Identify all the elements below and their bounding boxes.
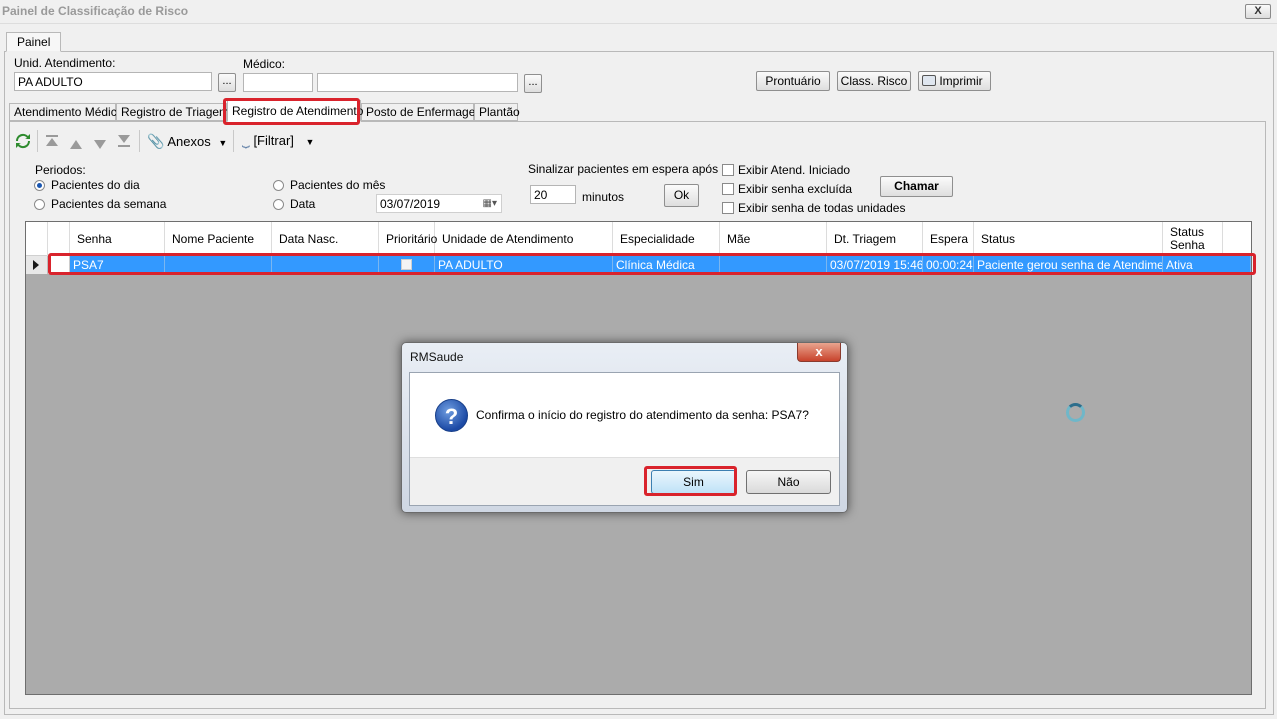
anexos-label: Anexos <box>167 134 211 149</box>
window-close-button[interactable]: X <box>1245 4 1271 19</box>
filter-icon: ⏟ <box>242 133 250 148</box>
column-header-nome-paciente[interactable]: Nome Paciente <box>165 222 272 256</box>
medico-code-field[interactable] <box>243 73 313 92</box>
chevron-down-icon: ▼ <box>305 137 315 147</box>
column-header-status-senha[interactable]: Status Senha <box>1163 222 1223 256</box>
loading-spinner-icon <box>1066 403 1085 422</box>
column-header-status[interactable]: Status <box>974 222 1163 256</box>
checkbox-exibir-todas-unidades[interactable] <box>722 202 734 214</box>
unid-atendimento-field[interactable]: PA ADULTO <box>14 72 212 91</box>
prioritario-checkbox[interactable] <box>401 259 412 270</box>
dialog-message: Confirma o início do registro do atendim… <box>476 408 809 422</box>
pacientes-semana-label: Pacientes da semana <box>51 197 167 211</box>
radio-pacientes-dia[interactable] <box>34 180 45 191</box>
row-indicator-icon <box>26 256 48 274</box>
chamar-button[interactable]: Chamar <box>880 176 953 197</box>
radio-data[interactable] <box>273 199 284 210</box>
sinalizar-label: Sinalizar pacientes em espera após <box>528 162 719 176</box>
exibir-todas-label: Exibir senha de todas unidades <box>738 201 906 215</box>
radio-pacientes-mes[interactable] <box>273 180 284 191</box>
pacientes-dia-label: Pacientes do dia <box>51 178 140 192</box>
cell-nome-paciente <box>165 256 272 274</box>
cell-espera: 00:00:24 <box>923 256 974 274</box>
minutos-label: minutos <box>582 190 625 204</box>
cell-dt-triagem: 03/07/2019 15:46 <box>827 256 923 274</box>
cell-mae <box>720 256 827 274</box>
toolbar-separator <box>233 130 234 152</box>
grid-select-column <box>48 222 70 256</box>
toolbar-separator <box>139 130 140 152</box>
column-header-mae[interactable]: Mãe <box>720 222 827 256</box>
medico-name-field[interactable] <box>317 73 518 92</box>
imprimir-button[interactable]: Imprimir <box>918 71 991 91</box>
prontuario-button[interactable]: Prontuário <box>756 71 830 91</box>
window-title: Painel de Classificação de Risco <box>2 4 189 18</box>
exibir-atend-label: Exibir Atend. Iniciado <box>738 163 851 177</box>
column-header-dt-triagem[interactable]: Dt. Triagem <box>827 222 923 256</box>
tab-painel[interactable]: Painel <box>6 32 62 52</box>
table-row[interactable]: PSA7 PA ADULTO Clínica Médica 03/07/2019… <box>26 256 1251 274</box>
paperclip-icon: 📎 <box>147 133 165 149</box>
previous-record-icon[interactable] <box>70 137 82 152</box>
tab-registro-triagem[interactable]: Registro de Triagem <box>116 103 229 121</box>
anexos-button[interactable]: 📎 Anexos ▼ <box>147 133 227 150</box>
tab-posto-enfermagem[interactable]: Posto de Enfermagem <box>361 103 485 121</box>
exibir-senha-excluida-label: Exibir senha excluída <box>738 182 853 196</box>
column-header-prioritario[interactable]: Prioritário <box>379 222 437 256</box>
grid-corner <box>26 222 48 256</box>
window-titlebar: Painel de Classificação de Risco X <box>0 0 1277 24</box>
tab-atendimento-medico[interactable]: Atendimento Médico <box>9 103 123 121</box>
dialog-close-button[interactable]: x <box>797 343 841 362</box>
data-value: 03/07/2019 <box>380 197 441 211</box>
next-record-icon[interactable] <box>94 137 106 152</box>
unid-lookup-button[interactable]: ... <box>218 73 236 92</box>
ok-button[interactable]: Ok <box>664 184 699 207</box>
cell-status: Paciente gerou senha de Atendimento <box>974 256 1163 274</box>
unid-atendimento-label: Unid. Atendimento: <box>14 56 116 70</box>
toolbar-separator <box>37 130 38 152</box>
dialog-footer: Sim Não <box>410 457 839 505</box>
question-icon: ? <box>435 399 468 432</box>
row-select-cell[interactable] <box>48 256 70 274</box>
pacientes-mes-label: Pacientes do mês <box>290 178 386 192</box>
column-header-especialidade[interactable]: Especialidade <box>613 222 720 256</box>
last-record-icon[interactable] <box>117 135 131 150</box>
printer-icon <box>922 75 936 86</box>
grid-header: Senha Nome Paciente Data Nasc. Prioritár… <box>26 222 1251 256</box>
data-field[interactable]: 03/07/2019 ▦▾ <box>376 194 502 213</box>
checkbox-exibir-atend-iniciado[interactable] <box>722 164 734 176</box>
data-label: Data <box>290 197 316 211</box>
periodos-label: Periodos: <box>35 163 86 177</box>
tab-registro-atendimento[interactable]: Registro de Atendimento <box>227 100 363 122</box>
cell-especialidade: Clínica Médica <box>613 256 720 274</box>
filtrar-button[interactable]: ⏟ [Filtrar] ▼ <box>242 133 314 149</box>
cell-prioritario <box>379 256 435 274</box>
tab-plantao[interactable]: Plantão <box>474 103 520 121</box>
checkbox-exibir-senha-excluida[interactable] <box>722 183 734 195</box>
column-header-unidade[interactable]: Unidade de Atendimento <box>435 222 613 256</box>
cell-status-senha: Ativa <box>1163 256 1251 274</box>
column-header-espera[interactable]: Espera <box>923 222 974 256</box>
cell-unidade: PA ADULTO <box>435 256 613 274</box>
minutos-field[interactable]: 20 <box>530 185 576 204</box>
imprimir-label: Imprimir <box>939 74 983 88</box>
chevron-down-icon: ▼ <box>218 138 228 148</box>
dialog-body: ? Confirma o início do registro do atend… <box>409 372 840 506</box>
dialog-title: RMSaude <box>410 350 464 364</box>
cell-data-nasc <box>272 256 379 274</box>
medico-lookup-button[interactable]: ... <box>524 74 542 93</box>
calendar-icon[interactable]: ▦▾ <box>483 197 497 211</box>
nao-button[interactable]: Não <box>746 470 831 494</box>
filtrar-label: [Filtrar] <box>253 133 294 148</box>
medico-label: Médico: <box>243 57 286 71</box>
confirm-dialog: RMSaude x ? Confirma o início do registr… <box>401 342 848 513</box>
column-header-data-nasc[interactable]: Data Nasc. <box>272 222 379 256</box>
refresh-icon[interactable] <box>15 132 31 153</box>
class-risco-button[interactable]: Class. Risco <box>837 71 911 91</box>
sim-button[interactable]: Sim <box>651 470 736 494</box>
first-record-icon[interactable] <box>45 135 59 150</box>
column-header-senha[interactable]: Senha <box>70 222 165 256</box>
cell-senha: PSA7 <box>70 256 165 274</box>
radio-pacientes-semana[interactable] <box>34 199 45 210</box>
